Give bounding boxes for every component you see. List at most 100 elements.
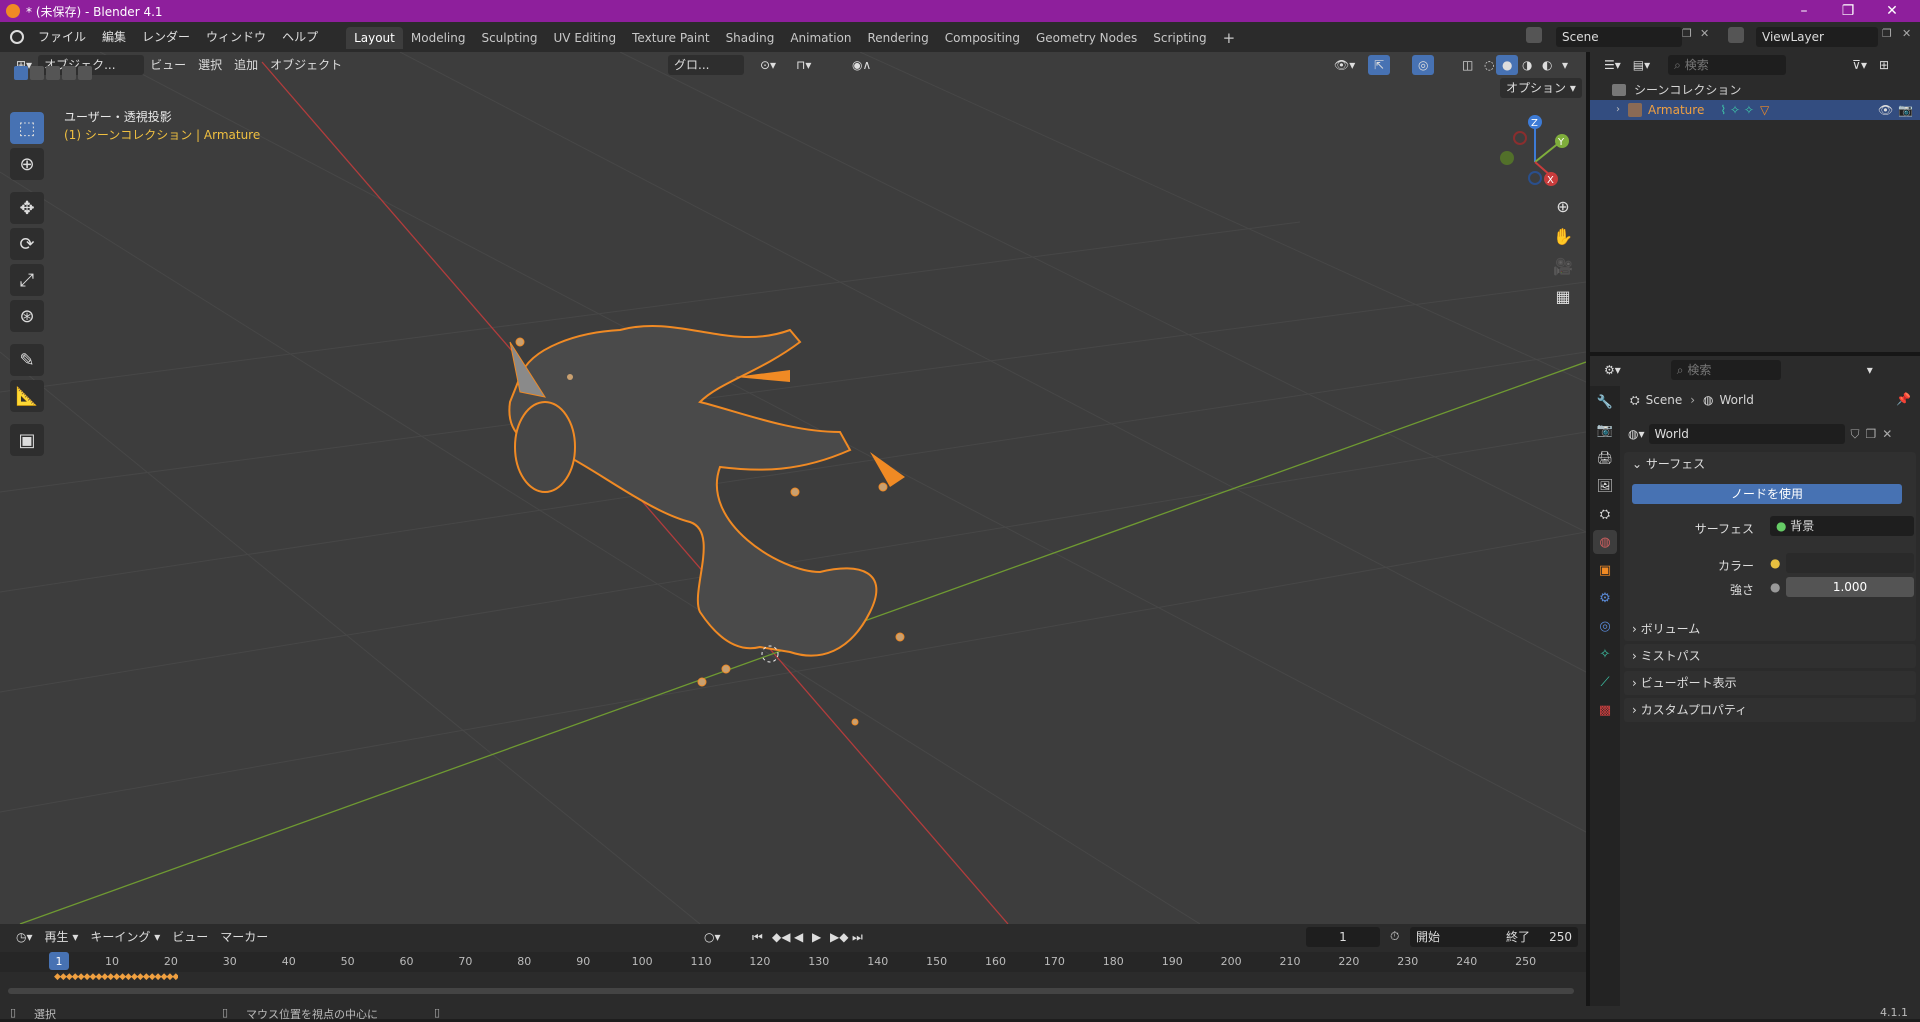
minimize-button[interactable]: – [1782,0,1826,22]
expand-chevron-icon[interactable]: › [1616,100,1620,120]
properties-options-icon[interactable]: ▾ [1861,360,1879,380]
menu-object[interactable]: オブジェクト [264,55,348,75]
viewlayer-icon[interactable] [1728,27,1744,43]
menu-marker[interactable]: マーカー [214,927,274,947]
panel-custom-properties[interactable]: › カスタムプロパティ [1624,698,1916,722]
current-frame-field[interactable]: 1 [1306,927,1380,947]
world-new-icon[interactable]: ❐ [1866,427,1877,441]
outliner-editor-type-icon[interactable]: ☰▾ [1598,55,1627,75]
tab-modifiers-icon[interactable]: ⚙ [1593,586,1617,610]
3d-viewport[interactable]: Z Y X ⊞▾ オブジェク... ビュー 選択 追加 オブジェクト グロ...… [0,52,1586,924]
move-tool-icon[interactable]: ✥ [10,192,44,224]
xray-icon[interactable]: ◫ [1456,55,1479,75]
add-workspace-button[interactable]: + [1215,27,1244,49]
jump-end-icon[interactable]: ⏭ [846,927,869,947]
menu-timeline-view[interactable]: ビュー [166,927,214,947]
tab-object-data-icon[interactable]: ✧ [1593,642,1617,666]
pin-icon[interactable]: 📌 [1896,392,1911,406]
tab-view-layer-icon[interactable]: 🖼 [1593,474,1617,498]
end-frame-field[interactable]: 終了 250 [1500,927,1578,947]
transform-orientation-dropdown[interactable]: グロ... [668,55,744,75]
frame-ruler[interactable]: 1 10 20 30 40 50 60 70 80 90 100 110 120 130 140 150 160… [0,952,1586,972]
viewlayer-new-icon[interactable]: ❐ [1882,27,1892,40]
outliner-display-mode-icon[interactable]: ▤▾ [1627,55,1656,75]
surface-panel-header[interactable]: ⌄ サーフェス [1624,452,1916,476]
viewlayer-delete-icon[interactable]: ✕ [1902,27,1911,40]
visibility-icon[interactable]: 👁▾ [1328,55,1361,75]
use-nodes-button[interactable]: ノードを使用 [1632,484,1902,504]
tab-layout[interactable]: Layout [346,27,403,49]
select-mode-subtract-icon[interactable] [46,66,60,80]
options-dropdown[interactable]: オプション ▾ [1500,78,1582,98]
tab-shading[interactable]: Shading [718,27,783,49]
cursor-tool-icon[interactable]: ⊕ [10,148,44,180]
world-browse-icon[interactable]: ◍▾ [1628,427,1645,441]
overlay-toggle-icon[interactable]: ◎ [1412,55,1435,75]
tab-tool-icon[interactable]: 🔧 [1593,390,1617,414]
tab-render-icon[interactable]: 📷 [1593,418,1617,442]
select-box-tool-icon[interactable]: ⬚ [10,112,44,144]
tab-modeling[interactable]: Modeling [403,27,474,49]
pan-hand-icon[interactable]: ✋ [1549,222,1577,250]
measure-tool-icon[interactable]: 📐 [10,380,44,412]
panel-volume[interactable]: › ボリューム [1624,617,1916,641]
select-mode-intersect-icon[interactable] [78,66,92,80]
select-mode-invert-icon[interactable] [62,66,76,80]
world-unlink-icon[interactable]: ✕ [1882,427,1892,441]
restore-button[interactable]: ❐ [1826,0,1870,22]
panel-mist-pass[interactable]: › ミストパス [1624,644,1916,668]
scene-icon[interactable] [1526,27,1542,43]
zoom-icon[interactable]: ⊕ [1549,192,1577,220]
menu-help[interactable]: ヘルプ [274,22,326,52]
armature-visibility-icon[interactable]: 👁 [1878,100,1893,120]
select-mode-extend-icon[interactable] [30,66,44,80]
auto-keying-icon[interactable]: ○▾ [698,927,727,947]
outliner-scene-collection-row[interactable]: シーンコレクション [1612,80,1741,100]
viewlayer-field[interactable]: ViewLayer [1756,27,1878,47]
tab-scene-icon[interactable]: ⛭ [1593,502,1617,526]
timeline-editor-type-icon[interactable]: ◷▾ [10,927,39,947]
menu-file[interactable]: ファイル [30,22,94,52]
preview-range-icon[interactable]: ⏱ [1390,929,1399,944]
pivot-point-icon[interactable]: ⊙▾ [754,55,782,75]
armature-render-icon[interactable]: 📷 [1898,100,1913,120]
character-mesh[interactable] [508,325,905,726]
tab-uv-editing[interactable]: UV Editing [546,27,625,49]
panel-viewport-display[interactable]: › ビューポート表示 [1624,671,1916,695]
tab-sculpting[interactable]: Sculpting [473,27,545,49]
scene-field[interactable]: Scene [1556,27,1682,47]
annotate-tool-icon[interactable]: ✎ [10,344,44,376]
shading-options-icon[interactable]: ▾ [1556,55,1574,75]
menu-window[interactable]: ウィンドウ [198,22,274,52]
menu-playback[interactable]: 再生 ▾ [39,927,85,947]
color-swatch[interactable] [1786,553,1914,573]
rotate-tool-icon[interactable]: ⟳ [10,228,44,260]
camera-view-icon[interactable]: 🎥 [1549,252,1577,280]
menu-render[interactable]: レンダー [134,22,198,52]
snap-icon[interactable]: ⊓▾ [790,55,817,75]
menu-select[interactable]: 選択 [192,55,228,75]
tab-output-icon[interactable]: 🖨 [1593,446,1617,470]
scene-delete-icon[interactable]: ✕ [1700,27,1716,43]
tab-animation[interactable]: Animation [782,27,859,49]
scene-new-icon[interactable]: ❐ [1682,27,1698,43]
tab-rendering[interactable]: Rendering [860,27,937,49]
tab-object-icon[interactable]: ▣ [1593,558,1617,582]
tab-texture-icon[interactable]: ▩ [1593,698,1617,722]
tab-bone-icon[interactable]: ⟋ [1593,670,1617,694]
proportional-edit-icon[interactable]: ◉∧ [846,55,877,75]
tab-geometry-nodes[interactable]: Geometry Nodes [1028,27,1145,49]
perspective-toggle-icon[interactable]: ▦ [1549,282,1577,310]
tab-scripting[interactable]: Scripting [1145,27,1214,49]
outliner-armature-row[interactable]: › Armature ⌇ ✧ ✧ ▽ 👁 📷 [1590,100,1920,120]
menu-view[interactable]: ビュー [144,55,192,75]
tab-compositing[interactable]: Compositing [937,27,1028,49]
tab-world-icon[interactable]: ◍ [1593,530,1617,554]
menu-add[interactable]: 追加 [228,55,264,75]
tab-physics-icon[interactable]: ◎ [1593,614,1617,638]
transform-tool-icon[interactable]: ⊛ [10,300,44,332]
scale-tool-icon[interactable]: ⤢ [10,264,44,296]
close-button[interactable]: ✕ [1870,0,1914,22]
properties-search-input[interactable]: ⌕ 検索 [1670,360,1781,380]
select-mode-new-icon[interactable] [14,66,28,80]
